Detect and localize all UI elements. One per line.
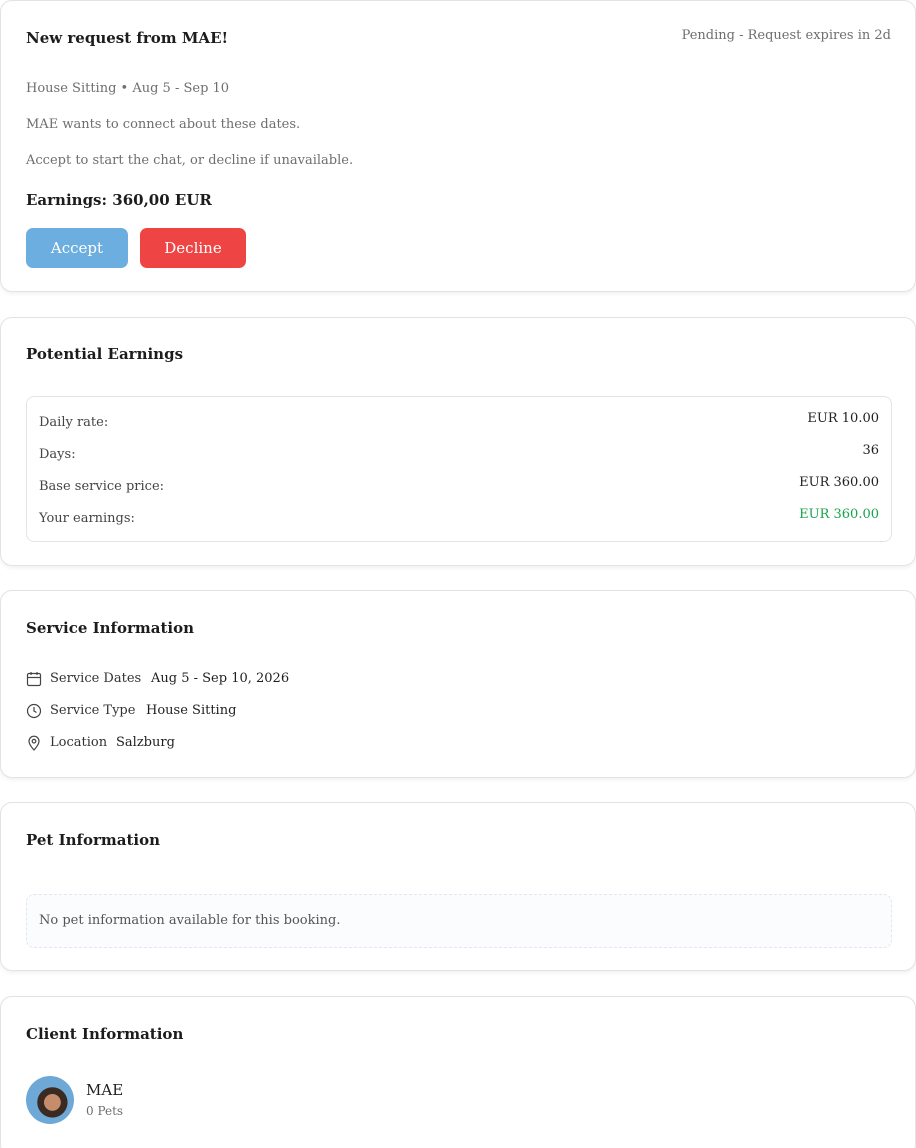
earnings-breakdown: Daily rate: EUR 10.00 Days: 36 Base serv…: [26, 396, 892, 542]
service-dates-row: Service Dates Aug 5 - Sep 10, 2026: [26, 669, 326, 689]
request-instructions: Accept to start the chat, or decline if …: [26, 153, 354, 168]
client-information-card: Client Information MAE 0 Pets: [0, 996, 916, 1148]
request-summary: House Sitting • Aug 5 - Sep 10: [26, 81, 230, 96]
service-dates-label: Service Dates: [50, 671, 142, 686]
decline-button[interactable]: Decline: [140, 228, 246, 268]
earnings-title: Potential Earnings: [26, 345, 184, 363]
potential-earnings-card: Potential Earnings Daily rate: EUR 10.00…: [0, 317, 916, 566]
service-type-label: Service Type: [50, 703, 136, 718]
earnings-row-base-price: Base service price: EUR 360.00: [39, 475, 879, 495]
request-message: MAE wants to connect about these dates.: [26, 117, 301, 132]
pet-empty-message: No pet information available for this bo…: [39, 913, 341, 928]
client-name[interactable]: MAE: [86, 1081, 123, 1099]
earnings-row-value: EUR 360.00: [799, 475, 879, 490]
pet-information-card: Pet Information No pet information avail…: [0, 802, 916, 971]
request-card: New request from MAE! Pending - Request …: [0, 0, 916, 292]
earnings-row-label: Days:: [39, 447, 76, 462]
pet-empty-state: No pet information available for this bo…: [26, 894, 892, 948]
service-type-value: House Sitting: [146, 703, 237, 718]
earnings-row-label: Your earnings:: [39, 511, 135, 526]
pet-title: Pet Information: [26, 831, 160, 849]
avatar[interactable]: [26, 1076, 74, 1124]
calendar-icon: [26, 672, 42, 687]
your-earnings-value: EUR 360.00: [799, 507, 879, 522]
clock-icon: [26, 703, 42, 719]
earnings-row-label: Daily rate:: [39, 415, 109, 430]
earnings-row-your-earnings: Your earnings: EUR 360.00: [39, 507, 879, 527]
accept-button[interactable]: Accept: [26, 228, 128, 268]
earnings-row-label: Base service price:: [39, 479, 165, 494]
earnings-row-days: Days: 36: [39, 443, 879, 463]
earnings-row-value: EUR 10.00: [807, 411, 879, 426]
request-title: New request from MAE!: [26, 29, 229, 47]
client-pet-count: 0 Pets: [86, 1104, 124, 1118]
service-type-row: Service Type House Sitting: [26, 701, 326, 721]
service-title: Service Information: [26, 619, 195, 637]
location-label: Location: [50, 735, 108, 750]
location-value: Salzburg: [116, 735, 175, 750]
earnings-row-value: 36: [862, 443, 879, 458]
request-earnings: Earnings: 360,00 EUR: [26, 191, 212, 209]
request-status: Pending - Request expires in 2d: [681, 28, 891, 43]
location-pin-icon: [28, 735, 40, 751]
earnings-row-daily-rate: Daily rate: EUR 10.00: [39, 411, 879, 431]
service-dates-value: Aug 5 - Sep 10, 2026: [151, 671, 290, 686]
location-row: Location Salzburg: [26, 733, 326, 753]
service-information-card: Service Information Service Dates Aug 5 …: [0, 590, 916, 778]
client-title: Client Information: [26, 1025, 184, 1043]
